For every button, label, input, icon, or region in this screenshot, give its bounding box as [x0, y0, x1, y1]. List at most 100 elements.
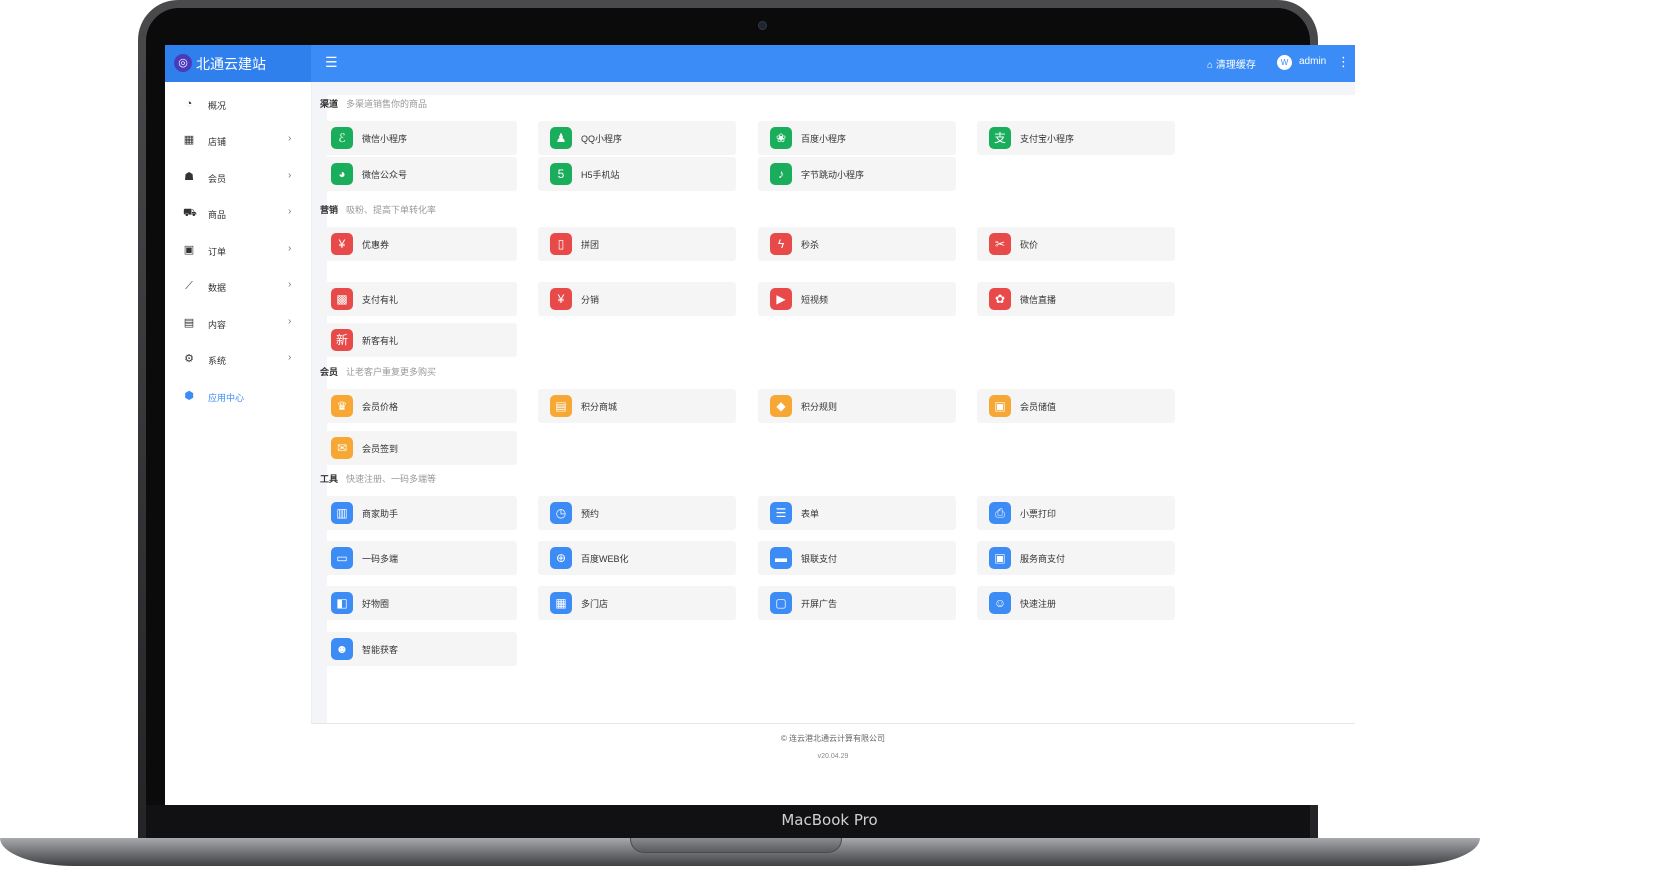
- app-label: 银联支付: [801, 554, 838, 564]
- app-card[interactable]: ❀ 百度小程序: [758, 121, 956, 155]
- provider-pay-icon: ▣: [989, 547, 1011, 569]
- app-card[interactable]: 新新客有礼: [319, 323, 517, 357]
- app-label: 小票打印: [1020, 509, 1057, 519]
- more-options-icon[interactable]: ⋮: [1337, 54, 1350, 70]
- app-card[interactable]: ◧ 好物圈: [319, 586, 517, 620]
- section-title: 会员 让老客户重复更多购买: [320, 365, 436, 378]
- sidebar-item-label: 订单: [208, 247, 227, 257]
- app-card[interactable]: 5 H5手机站: [538, 157, 736, 191]
- crown-icon: ♛: [331, 395, 353, 417]
- app-card[interactable]: ♪ 字节跳动小程序: [758, 157, 956, 191]
- app-card[interactable]: 支支付宝小程序: [977, 121, 1175, 155]
- chevron-right-icon: ›: [288, 352, 292, 363]
- menu-toggle-icon[interactable]: ☰: [325, 54, 338, 71]
- section-title: 营销 吸粉、提高下单转化率: [320, 203, 436, 216]
- app-card[interactable]: ⊕ 百度WEB化: [538, 541, 736, 575]
- wallet-icon: ▣: [989, 395, 1011, 417]
- app-card[interactable]: ◕ 微信公众号: [319, 157, 517, 191]
- mini-program-icon: ℰ: [331, 127, 353, 149]
- sidebar: ◔ 概况 ▦ 店铺 › ☗ 会员 › ⛟ 商品 › ▣ 订单 › ⟋ 数据 › ▤ 内容 › ⚙ 系统 › ⬢ 应用中心: [165, 82, 312, 805]
- sidebar-item-label: 概况: [208, 101, 227, 111]
- app-card[interactable]: ▤ 积分商城: [538, 389, 736, 423]
- app-card[interactable]: ▯ 拼团: [538, 227, 736, 261]
- app-card[interactable]: ▭ 一码多端: [319, 541, 517, 575]
- section-title: 渠道 多渠道销售你的商品: [320, 97, 427, 110]
- app-card[interactable]: ▣ 服务商支付: [977, 541, 1175, 575]
- app-label: 新客有礼: [362, 336, 399, 346]
- multi-store-icon: ▦: [550, 592, 572, 614]
- app-label: 会员储值: [1020, 402, 1057, 412]
- app-label: 会员价格: [362, 402, 399, 412]
- group-buy-icon: ▯: [550, 233, 572, 255]
- sidebar-item[interactable]: ▤ 内容 ›: [165, 314, 311, 334]
- app-card[interactable]: ☺ 快速注册: [977, 586, 1175, 620]
- sidebar-item-label: 内容: [208, 320, 227, 330]
- unionpay-icon: ▬: [770, 547, 792, 569]
- section-subtitle: 吸粉、提高下单转化率: [346, 205, 437, 215]
- sidebar-item[interactable]: ⟋ 数据 ›: [165, 277, 311, 297]
- logo-area[interactable]: ◎ 北通云建站: [165, 45, 311, 82]
- user-name[interactable]: admin: [1299, 56, 1326, 67]
- clear-cache-button[interactable]: ⌂ 清理缓存: [1207, 56, 1256, 71]
- app-label: 服务商支付: [1020, 554, 1066, 564]
- app-label: 微信小程序: [362, 134, 408, 144]
- sidebar-item-label: 应用中心: [208, 393, 245, 403]
- app-card[interactable]: ▢ 开屏广告: [758, 586, 956, 620]
- chevron-right-icon: ›: [288, 243, 292, 254]
- app-label: 智能获客: [362, 645, 399, 655]
- app-card[interactable]: ▩ 支付有礼: [319, 282, 517, 316]
- chevron-right-icon: ›: [288, 279, 292, 290]
- alipay-icon: 支: [989, 127, 1011, 149]
- sidebar-item[interactable]: ▦ 店铺 ›: [165, 131, 311, 151]
- app-screen: ◎ 北通云建站 ☰ ⌂ 清理缓存 W admin ⋮ ◔ 概况 ▦ 店铺 › ☗ 会员 › ⛟ 商…: [165, 45, 1355, 805]
- app-label: 预约: [581, 509, 600, 519]
- version-text: v20.04.29: [817, 753, 849, 760]
- sidebar-item[interactable]: ⛟ 商品 ›: [165, 204, 311, 224]
- sidebar-item[interactable]: ☗ 会员 ›: [165, 168, 311, 188]
- app-card[interactable]: ▥ 商家助手: [319, 496, 517, 530]
- flash-icon: ϟ: [770, 233, 792, 255]
- app-card[interactable]: ℰ 微信小程序: [319, 121, 517, 155]
- smart-acquire-icon: ☻: [331, 638, 353, 660]
- app-card[interactable]: ▶ 短视频: [758, 282, 956, 316]
- device-label: MacBook Pro: [781, 811, 878, 829]
- sidebar-item[interactable]: ⚙ 系统 ›: [165, 350, 311, 370]
- app-label: H5手机站: [581, 170, 620, 180]
- points-mall-icon: ▤: [550, 395, 572, 417]
- top-bar: ◎ 北通云建站 ☰ ⌂ 清理缓存 W admin ⋮: [165, 45, 1355, 82]
- app-card[interactable]: ▦ 多门店: [538, 586, 736, 620]
- app-card[interactable]: ✉ 会员签到: [319, 431, 517, 465]
- app-card[interactable]: ¥ 优惠券: [319, 227, 517, 261]
- app-card[interactable]: ◷ 预约: [538, 496, 736, 530]
- app-card[interactable]: ♟ QQ小程序: [538, 121, 736, 155]
- sidebar-item[interactable]: ◔ 概况: [165, 95, 311, 115]
- app-card[interactable]: ♛ 会员价格: [319, 389, 517, 423]
- points-rule-icon: ◆: [770, 395, 792, 417]
- app-card[interactable]: ▬ 银联支付: [758, 541, 956, 575]
- app-card[interactable]: ☻ 智能获客: [319, 632, 517, 666]
- app-card[interactable]: ⎙ 小票打印: [977, 496, 1175, 530]
- app-label: 短视频: [801, 295, 829, 305]
- app-card[interactable]: ✿ 微信直播: [977, 282, 1175, 316]
- app-card[interactable]: ✂ 砍价: [977, 227, 1175, 261]
- globe-icon: ⊕: [550, 547, 572, 569]
- chevron-right-icon: ›: [288, 206, 292, 217]
- app-card[interactable]: ϟ 秒杀: [758, 227, 956, 261]
- app-label: 优惠券: [362, 240, 390, 250]
- checkin-icon: ✉: [331, 437, 353, 459]
- wechat-icon: ◕: [331, 163, 353, 185]
- section-subtitle: 多渠道销售你的商品: [346, 99, 428, 109]
- sidebar-item[interactable]: ▣ 订单 ›: [165, 241, 311, 261]
- app-card[interactable]: ¥ 分销: [538, 282, 736, 316]
- avatar[interactable]: W: [1277, 55, 1292, 70]
- grid-icon: ▦: [183, 134, 195, 146]
- app-label: 砍价: [1020, 240, 1039, 250]
- app-card[interactable]: ▣ 会员储值: [977, 389, 1175, 423]
- app-card[interactable]: ◆ 积分规则: [758, 389, 956, 423]
- app-card[interactable]: ☰ 表单: [758, 496, 956, 530]
- app-label: 分销: [581, 295, 600, 305]
- app-label: 快速注册: [1020, 599, 1057, 609]
- app-label: 拼团: [581, 240, 600, 250]
- video-icon: ▶: [770, 288, 792, 310]
- sidebar-item[interactable]: ⬢ 应用中心: [165, 387, 311, 407]
